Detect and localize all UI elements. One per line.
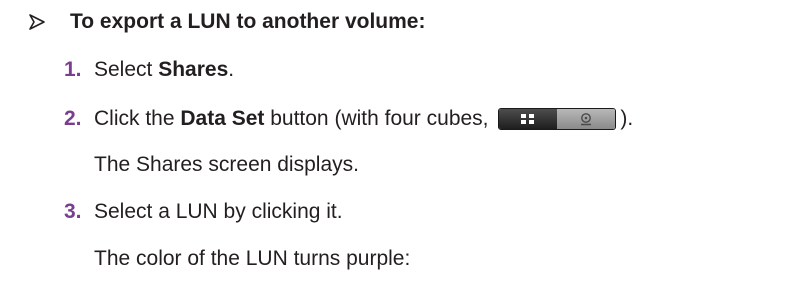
step-1: 1. Select Shares. [64,54,234,86]
step-2-result: The Shares screen displays. [94,153,359,176]
ui-term-shares: Shares [158,58,229,81]
step-text: Select Shares. [94,58,235,81]
step-text: Click the Data Set button (with four cub… [94,107,634,131]
step-number: 1. [64,58,82,81]
step-3-result: The color of the LUN turns purple: [94,247,411,270]
step-text: Select a LUN by clicking it. [94,200,343,223]
procedure-heading: To export a LUN to another volume: [27,6,425,38]
ui-term-data-set: Data Set [180,107,265,130]
heading-text: To export a LUN to another volume: [70,10,426,33]
step-number: 2. [64,107,82,130]
step-number: 3. [64,200,82,223]
arrow-right-icon [29,14,45,30]
data-set-toggle-icon [498,108,617,131]
four-cubes-icon [499,109,558,130]
step-2: 2. Click the Data Set button (with four … [64,103,633,135]
step-3: 3. Select a LUN by clicking it. [64,196,343,228]
volume-icon [557,109,616,130]
